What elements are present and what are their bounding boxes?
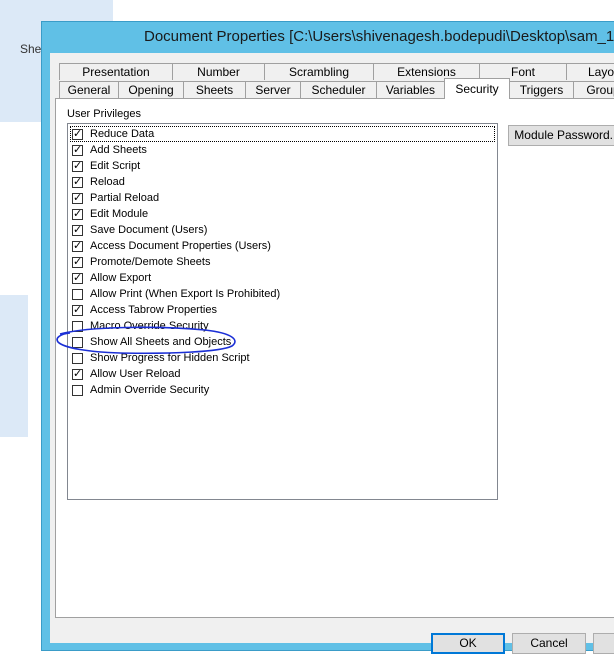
- tab-presentation[interactable]: Presentation: [59, 63, 173, 80]
- privilege-checkbox[interactable]: [72, 175, 83, 188]
- tab-row-back: Presentation Number Scrambling Extension…: [50, 63, 614, 80]
- cancel-button[interactable]: Cancel: [512, 633, 586, 654]
- tab-group[interactable]: Group: [573, 81, 614, 98]
- privilege-label: Edit Script: [90, 160, 141, 172]
- module-password-button[interactable]: Module Password...: [508, 125, 614, 146]
- privilege-checkbox[interactable]: [72, 127, 83, 140]
- dialog-title[interactable]: Document Properties [C:\Users\shivenages…: [42, 22, 614, 52]
- tab-scheduler[interactable]: Scheduler: [300, 81, 377, 98]
- extra-button[interactable]: [593, 633, 614, 654]
- tab-server[interactable]: Server: [245, 81, 301, 98]
- privilege-checkbox[interactable]: [72, 352, 83, 364]
- background-panel-middle: [0, 295, 28, 437]
- privilege-item[interactable]: Edit Module: [70, 206, 495, 222]
- privilege-item[interactable]: Show All Sheets and Objects: [70, 334, 495, 350]
- dialog-client-area: Presentation Number Scrambling Extension…: [50, 53, 614, 654]
- privilege-item[interactable]: Access Document Properties (Users): [70, 238, 495, 254]
- privilege-checkbox[interactable]: [72, 239, 83, 252]
- privilege-checkbox[interactable]: [72, 320, 83, 332]
- tab-security[interactable]: Security: [444, 78, 510, 99]
- privilege-checkbox[interactable]: [72, 336, 83, 348]
- privilege-item[interactable]: Allow Print (When Export Is Prohibited): [70, 286, 495, 302]
- privilege-item[interactable]: Edit Script: [70, 158, 495, 174]
- tab-number[interactable]: Number: [172, 63, 265, 80]
- privilege-label: Reduce Data: [90, 128, 155, 140]
- privilege-label: Promote/Demote Sheets: [90, 256, 211, 268]
- privilege-label: Edit Module: [90, 208, 149, 220]
- tab-layout[interactable]: Layo: [566, 63, 614, 80]
- tab-variables[interactable]: Variables: [376, 81, 445, 98]
- privilege-label: Admin Override Security: [90, 384, 210, 396]
- privilege-label: Access Tabrow Properties: [90, 304, 217, 316]
- privilege-label: Allow Print (When Export Is Prohibited): [90, 288, 281, 300]
- tab-scrambling[interactable]: Scrambling: [264, 63, 374, 80]
- privilege-label: Partial Reload: [90, 192, 160, 204]
- privilege-checkbox[interactable]: [72, 384, 83, 396]
- privilege-checkbox[interactable]: [72, 303, 83, 316]
- background-sheet-label: She: [20, 42, 42, 56]
- tab-opening[interactable]: Opening: [118, 81, 184, 98]
- privilege-checkbox[interactable]: [72, 207, 83, 220]
- privilege-checkbox[interactable]: [72, 255, 83, 268]
- privilege-item[interactable]: Promote/Demote Sheets: [70, 254, 495, 270]
- user-privileges-label: User Privileges: [67, 108, 141, 120]
- privilege-checkbox[interactable]: [72, 367, 83, 380]
- privilege-item[interactable]: Show Progress for Hidden Script: [70, 350, 495, 366]
- privilege-item[interactable]: Add Sheets: [70, 142, 495, 158]
- privilege-item[interactable]: Macro Override Security: [70, 318, 495, 334]
- privilege-label: Allow User Reload: [90, 368, 181, 380]
- privilege-checkbox[interactable]: [72, 288, 83, 300]
- privilege-checkbox[interactable]: [72, 143, 83, 156]
- privilege-label: Add Sheets: [90, 144, 147, 156]
- privilege-label: Show Progress for Hidden Script: [90, 352, 250, 364]
- privilege-checkbox[interactable]: [72, 271, 83, 284]
- privilege-label: Reload: [90, 176, 125, 188]
- tab-sheets[interactable]: Sheets: [183, 81, 246, 98]
- tab-triggers[interactable]: Triggers: [509, 81, 574, 98]
- privilege-checkbox[interactable]: [72, 223, 83, 236]
- privilege-item[interactable]: Reload: [70, 174, 495, 190]
- ok-button[interactable]: OK: [431, 633, 505, 654]
- privilege-label: Allow Export: [90, 272, 152, 284]
- privilege-item[interactable]: Admin Override Security: [70, 382, 495, 398]
- privilege-label: Show All Sheets and Objects: [90, 336, 232, 348]
- user-privileges-list[interactable]: Reduce Data Add Sheets Edit Script Reload Pa…: [67, 123, 498, 500]
- privilege-label: Save Document (Users): [90, 224, 208, 236]
- privilege-item[interactable]: Reduce Data: [70, 126, 495, 142]
- document-properties-dialog: Document Properties [C:\Users\shivenages…: [41, 21, 614, 654]
- privilege-label: Access Document Properties (Users): [90, 240, 271, 252]
- privilege-checkbox[interactable]: [72, 159, 83, 172]
- privilege-item[interactable]: Allow User Reload: [70, 366, 495, 382]
- privilege-item[interactable]: Access Tabrow Properties: [70, 302, 495, 318]
- privilege-checkbox[interactable]: [72, 191, 83, 204]
- tab-row-front: General Opening Sheets Server Scheduler …: [50, 78, 614, 99]
- privilege-item[interactable]: Save Document (Users): [70, 222, 495, 238]
- privilege-item[interactable]: Allow Export: [70, 270, 495, 286]
- tab-general[interactable]: General: [59, 81, 119, 98]
- privilege-label: Macro Override Security: [90, 320, 209, 332]
- privilege-item[interactable]: Partial Reload: [70, 190, 495, 206]
